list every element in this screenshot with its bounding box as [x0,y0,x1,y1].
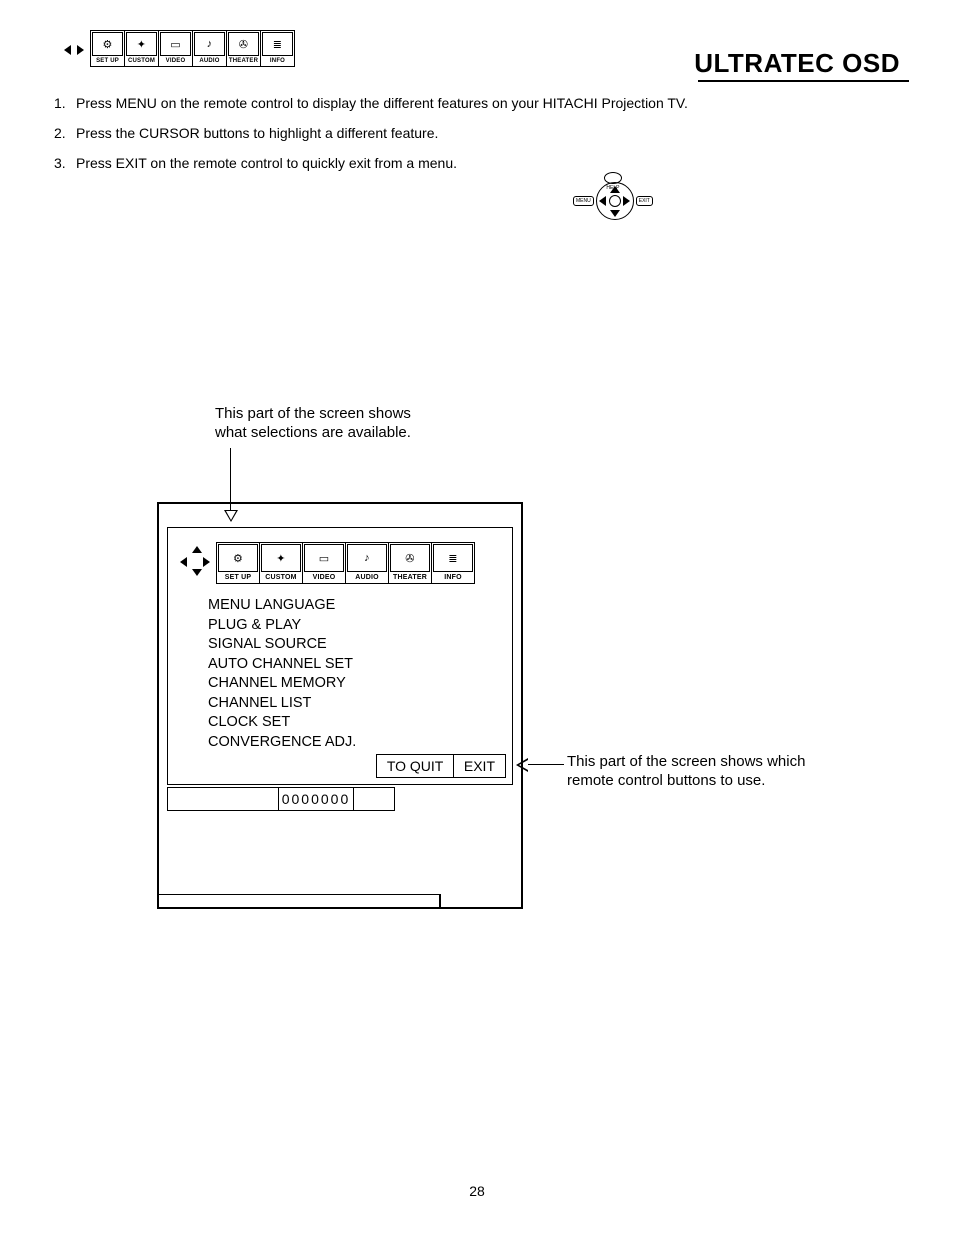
tab-label: AUDIO [193,57,226,66]
callout-selections: This part of the screen shows what selec… [215,405,445,443]
page-number: 28 [0,1183,954,1199]
custom-icon: ✦ [261,544,301,572]
osd-tabstrip-screen: ⚙ SET UP ✦ CUSTOM ▭ VIDEO ♪ AUDIO [180,542,475,584]
arrow-left-icon [64,45,71,55]
nav-dpad-icon [180,546,210,576]
quit-label: TO QUIT [376,754,455,778]
remote-help-label: HELP [573,172,653,191]
tv-base [157,894,441,909]
info-icon: ≣ [433,544,473,572]
tab-setup: ⚙ SET UP [90,30,125,67]
menu-item: CONVERGENCE ADJ. [208,733,356,753]
tv-diagram: ⚙ SET UP ✦ CUSTOM ▭ VIDEO ♪ AUDIO [157,502,523,909]
theater-icon: ✇ [228,32,259,56]
tab-label: INFO [261,57,294,66]
step-3: Press EXIT on the remote control to quic… [76,155,457,171]
setup-icon: ⚙ [218,544,258,572]
step-2: Press the CURSOR buttons to highlight a … [76,125,438,141]
tv-control-strip: 0000000 [167,787,395,811]
callout-arrow-stem-2 [522,764,564,765]
tab-theater: ✇ THEATER [388,542,432,584]
help-button-icon [604,172,622,184]
tab-label: INFO [432,573,474,583]
tab-theater: ✇ THEATER [226,30,261,67]
tab-label: CUSTOM [260,573,302,583]
tab-label: VIDEO [159,57,192,66]
remote-exit-button: EXIT [636,196,653,206]
osd-tabstrip-top: ⚙ SET UP ✦ CUSTOM ▭ VIDEO ♪ AUDIO ✇ THEA… [62,30,295,67]
tab-custom: ✦ CUSTOM [259,542,303,584]
tab-info: ≣ INFO [431,542,475,584]
theater-icon: ✇ [390,544,430,572]
callout-buttons: This part of the screen shows which remo… [567,753,847,791]
audio-icon: ♪ [347,544,387,572]
audio-icon: ♪ [194,32,225,56]
arrow-right-icon [77,45,84,55]
menu-item: CLOCK SET [208,713,356,733]
counter-display: 0000000 [279,788,353,810]
tab-label: THEATER [227,57,260,66]
info-icon: ≣ [262,32,293,56]
page-title: ULTRATEC OSD [680,48,900,79]
tab-audio: ♪ AUDIO [345,542,389,584]
menu-item: AUTO CHANNEL SET [208,655,356,675]
video-icon: ▭ [304,544,344,572]
tab-label: SET UP [217,573,259,583]
menu-item: CHANNEL LIST [208,694,356,714]
tab-label: SET UP [91,57,124,66]
exit-button-label: EXIT [453,754,506,778]
tab-video: ▭ VIDEO [302,542,346,584]
menu-item: PLUG & PLAY [208,616,356,636]
instructions: 1.Press MENU on the remote control to di… [54,95,904,185]
tab-label: AUDIO [346,573,388,583]
video-icon: ▭ [160,32,191,56]
tab-video: ▭ VIDEO [158,30,193,67]
menu-item: CHANNEL MEMORY [208,674,356,694]
setup-menu-list: MENU LANGUAGE PLUG & PLAY SIGNAL SOURCE … [208,596,356,753]
tv-screen: ⚙ SET UP ✦ CUSTOM ▭ VIDEO ♪ AUDIO [167,527,513,785]
remote-control-diagram: HELP MENU EXIT [573,182,653,220]
quit-row: TO QUIT EXIT [377,754,506,778]
remote-menu-button: MENU [573,196,594,206]
tab-custom: ✦ CUSTOM [124,30,159,67]
tab-label: CUSTOM [125,57,158,66]
tab-label: VIDEO [303,573,345,583]
nav-arrows [62,45,90,67]
page-title-block: ULTRATEC OSD [680,48,900,79]
tab-label: THEATER [389,573,431,583]
tab-setup: ⚙ SET UP [216,542,260,584]
menu-item: MENU LANGUAGE [208,596,356,616]
title-rule [698,80,909,82]
custom-icon: ✦ [126,32,157,56]
step-1: Press MENU on the remote control to disp… [76,95,688,111]
tab-audio: ♪ AUDIO [192,30,227,67]
setup-icon: ⚙ [92,32,123,56]
tab-info: ≣ INFO [260,30,295,67]
menu-item: SIGNAL SOURCE [208,635,356,655]
